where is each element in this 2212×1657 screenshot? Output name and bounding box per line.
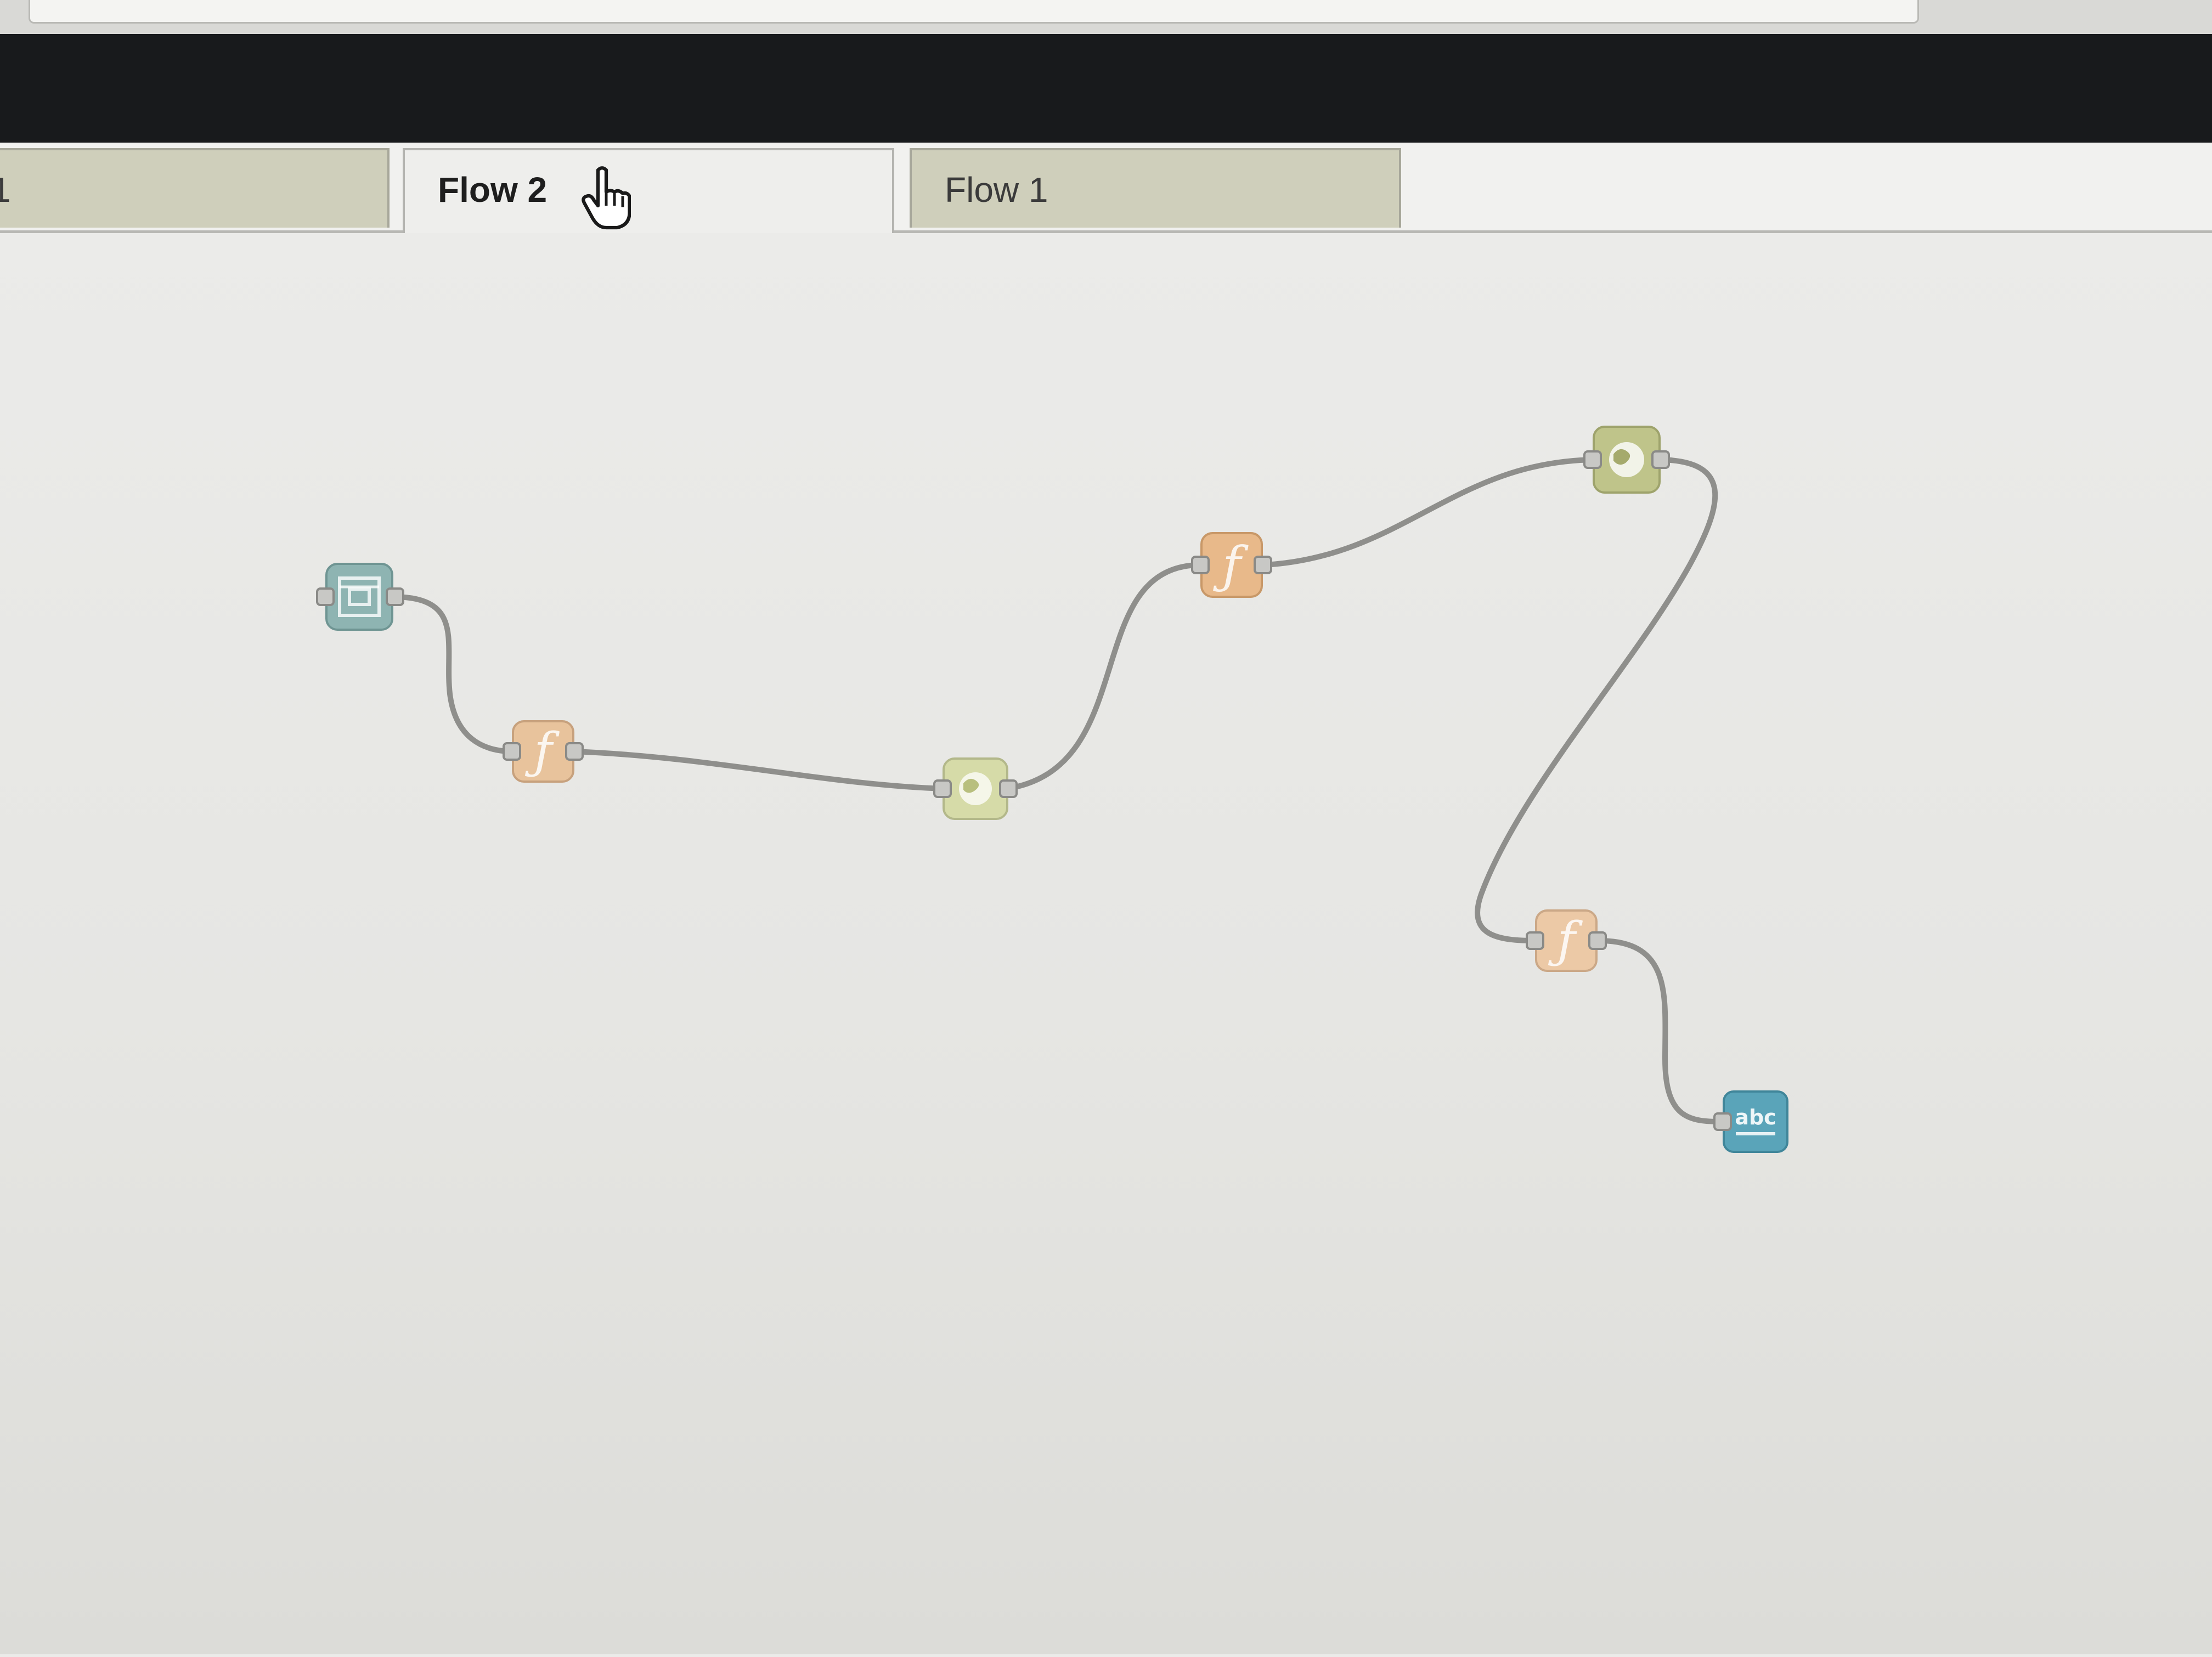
node-output-port[interactable]	[1254, 556, 1272, 574]
flow-diagram: ƒ ƒ ƒ abc	[316, 426, 1788, 1153]
node-function[interactable]: ƒ	[503, 720, 584, 783]
node-function[interactable]: ƒ	[1191, 532, 1272, 598]
tab-partial[interactable]: 1	[0, 148, 390, 228]
wire-function-to-http[interactable]	[571, 749, 946, 791]
globe-icon	[1609, 442, 1644, 477]
wire-inject-to-function[interactable]	[390, 594, 516, 754]
node-output-port[interactable]	[1651, 450, 1670, 469]
editor-header	[0, 34, 2212, 143]
node-input-port[interactable]	[1526, 931, 1544, 950]
abc-label: abc	[1735, 1105, 1776, 1129]
globe-icon	[959, 772, 992, 805]
node-output-port[interactable]	[1588, 931, 1607, 950]
node-input-port[interactable]	[503, 742, 521, 761]
node-output-port[interactable]	[999, 779, 1018, 798]
wire-http-to-function[interactable]	[1004, 562, 1201, 791]
address-bar[interactable]	[29, 0, 1919, 24]
node-input-port[interactable]	[316, 587, 335, 606]
hand-cursor-icon	[582, 166, 631, 230]
node-output-port[interactable]	[386, 587, 404, 606]
flow-canvas[interactable]: ƒ ƒ ƒ abc	[0, 233, 2212, 1654]
node-template[interactable]: abc	[1713, 1090, 1788, 1153]
tab-flow-2[interactable]: Flow 2	[403, 148, 894, 233]
workspace-tabs: 1 Flow 2 Flow 1	[0, 143, 2212, 233]
node-input-port[interactable]	[933, 779, 952, 798]
wire-http-to-function-2[interactable]	[1475, 457, 1718, 943]
node-input-port[interactable]	[1713, 1112, 1732, 1131]
node-http-request[interactable]	[933, 757, 1018, 820]
node-input-port[interactable]	[1583, 450, 1602, 469]
node-function[interactable]: ƒ	[1526, 909, 1607, 972]
node-output-port[interactable]	[565, 742, 584, 761]
wire-function-to-http-2[interactable]	[1262, 457, 1599, 568]
node-inject[interactable]	[316, 563, 404, 631]
tab-flow-1[interactable]: Flow 1	[910, 148, 1401, 228]
wire-function-to-template[interactable]	[1596, 938, 1725, 1124]
node-input-port[interactable]	[1191, 556, 1210, 574]
node-http-request[interactable]	[1583, 426, 1670, 494]
browser-top-strip	[0, 0, 2212, 34]
